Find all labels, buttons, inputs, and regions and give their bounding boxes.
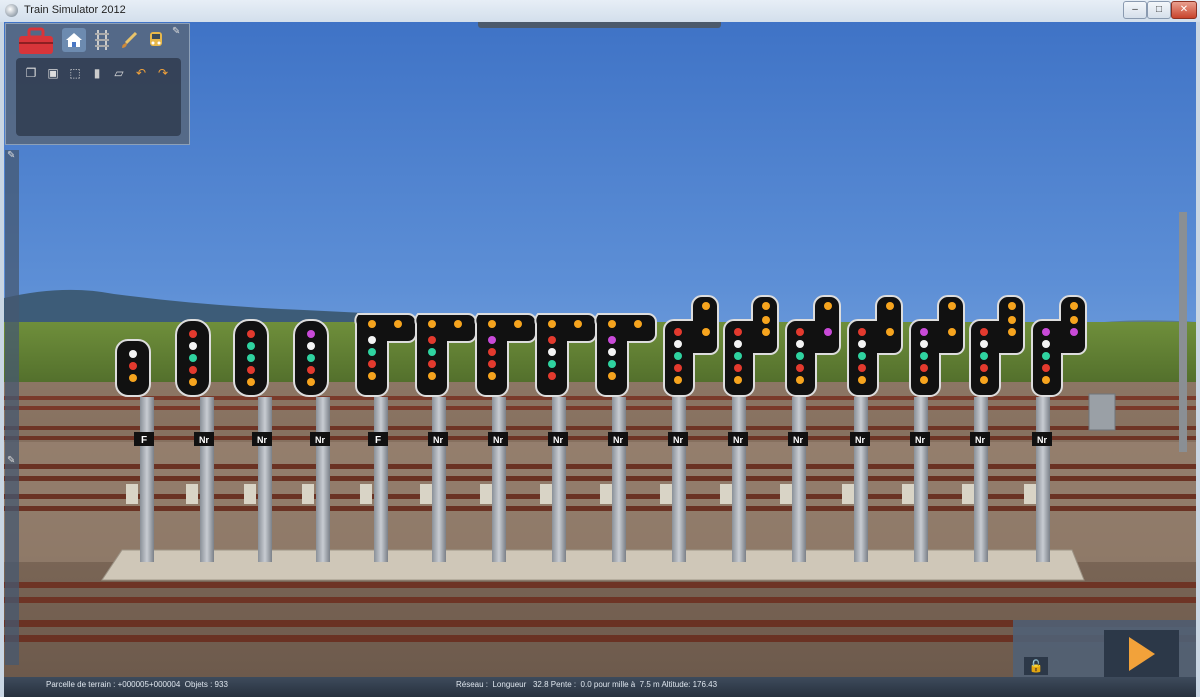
paste-icon[interactable]: ▣ [46, 66, 60, 80]
signal-plate: Nr [199, 435, 209, 445]
signal-plate: Nr [613, 435, 623, 445]
minimize-button[interactable]: – [1123, 1, 1147, 19]
paintbrush-icon[interactable] [118, 28, 140, 52]
signal-plate: Nr [257, 435, 267, 445]
signal-plate: Nr [855, 435, 865, 445]
play-icon [1128, 636, 1155, 671]
network-status: Réseau : Longueur 32.8 Pente : 0.0 pour … [456, 680, 718, 689]
signal-plate: Nr [553, 435, 563, 445]
select-icon[interactable]: ⬚ [68, 66, 82, 80]
track-icon[interactable] [92, 28, 112, 52]
redo-icon[interactable]: ↷ [156, 66, 170, 80]
signal-plate: Nr [433, 435, 443, 445]
signal-base-platform [101, 549, 1085, 581]
catenary-pole [1179, 212, 1187, 452]
maximize-button[interactable]: □ [1147, 1, 1171, 19]
train-icon[interactable] [146, 28, 166, 52]
top-panel-handle[interactable] [478, 22, 721, 28]
signal-plate: F [141, 435, 147, 446]
trackside-cabinet [1088, 393, 1116, 431]
editor-toolbar: ✎ ❐ ▣ ⬚ ▮ ▱ ↶ ↷ [5, 23, 190, 145]
window-title: Train Simulator 2012 [24, 4, 126, 16]
home-icon[interactable] [62, 28, 86, 52]
toolbox-icon[interactable] [16, 26, 56, 56]
signal-plate: Nr [733, 435, 743, 445]
left-side-panel[interactable]: ✎ ✎ [5, 150, 19, 665]
pin-icon[interactable]: ✎ [172, 26, 180, 37]
pin-icon[interactable]: ✎ [7, 455, 15, 466]
app-icon [5, 4, 18, 17]
undo-icon[interactable]: ↶ [134, 66, 148, 80]
delete-icon[interactable]: ▮ [90, 66, 104, 80]
signal-plate: F [375, 435, 381, 446]
close-button[interactable]: ✕ [1171, 1, 1197, 19]
signal-plate: Nr [1037, 435, 1047, 445]
play-button[interactable] [1104, 630, 1179, 677]
signal-plate: Nr [975, 435, 985, 445]
signal-plate: Nr [673, 435, 683, 445]
signal-plate: Nr [915, 435, 925, 445]
window-frame-right [1196, 22, 1200, 697]
signal-plate: Nr [793, 435, 803, 445]
unlock-icon[interactable]: 🔓 [1024, 657, 1048, 675]
copy-icon[interactable]: ❐ [24, 66, 38, 80]
eraser-icon[interactable]: ▱ [112, 66, 126, 80]
pin-icon[interactable]: ✎ [7, 150, 15, 161]
status-bar: Parcelle de terrain : +000005+000004 Obj… [4, 677, 1196, 697]
parcel-status: Parcelle de terrain : +000005+000004 Obj… [46, 680, 228, 689]
signal-plate: Nr [315, 435, 325, 445]
signal-plate: Nr [493, 435, 503, 445]
title-bar: Train Simulator 2012 – □ ✕ [0, 0, 1200, 23]
